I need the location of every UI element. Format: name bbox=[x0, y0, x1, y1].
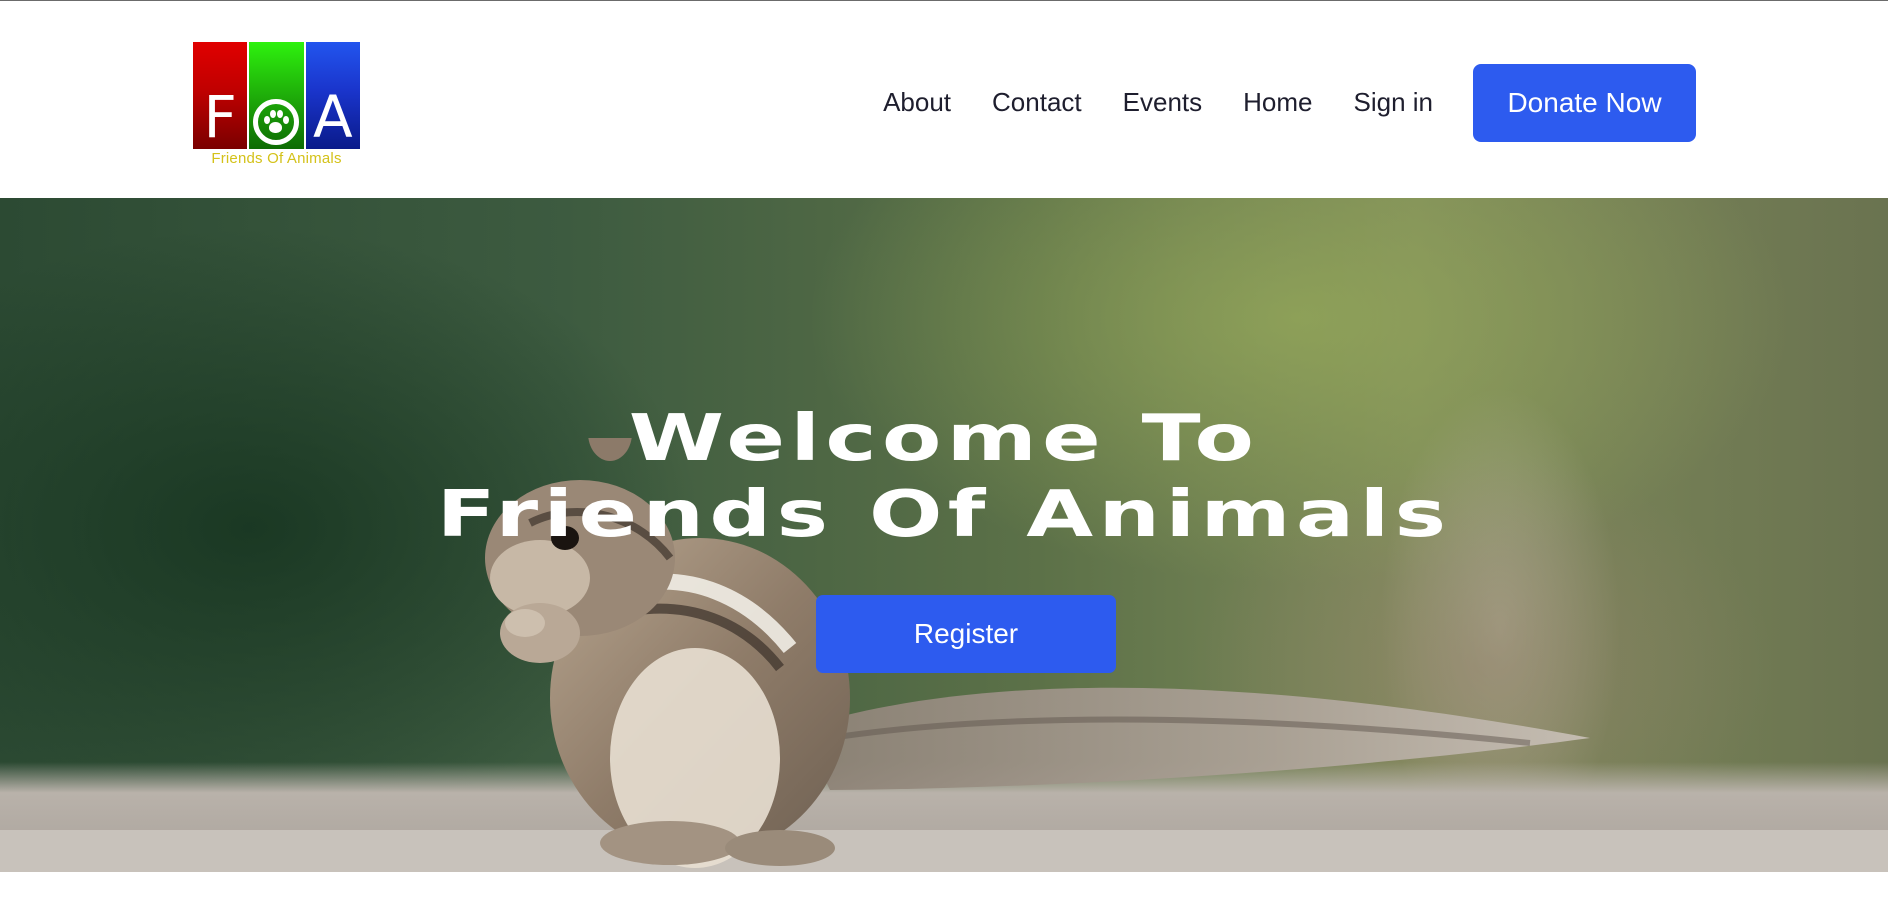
logo-letter-o bbox=[253, 99, 300, 145]
nav-link-events[interactable]: Events bbox=[1123, 87, 1203, 118]
nav-link-home[interactable]: Home bbox=[1243, 87, 1312, 118]
logo-block-f: F bbox=[193, 42, 248, 151]
main-nav: About Contact Events Home Sign in bbox=[883, 63, 1433, 141]
nav-link-sign-in[interactable]: Sign in bbox=[1354, 87, 1434, 118]
page-bottom-strip bbox=[0, 872, 1888, 898]
logo-block-o bbox=[249, 42, 304, 149]
nav-link-about[interactable]: About bbox=[883, 87, 951, 118]
site-header: F A Friends Of Animals About Contact Eve… bbox=[0, 1, 1888, 198]
paw-icon bbox=[263, 109, 290, 135]
logo-tagline: Friends Of Animals bbox=[211, 150, 342, 167]
register-button[interactable]: Register bbox=[816, 595, 1116, 673]
logo-letter-a: A bbox=[312, 83, 353, 151]
donate-now-button[interactable]: Donate Now bbox=[1473, 64, 1696, 142]
hero-banner: Welcome To Friends Of Animals Register bbox=[0, 198, 1888, 872]
logo-blocks: F A bbox=[193, 42, 360, 149]
foa-logo[interactable]: F A Friends Of Animals bbox=[193, 42, 360, 170]
logo-block-a: A bbox=[305, 42, 360, 151]
logo-letter-f: F bbox=[203, 83, 237, 151]
nav-link-contact[interactable]: Contact bbox=[992, 87, 1082, 118]
